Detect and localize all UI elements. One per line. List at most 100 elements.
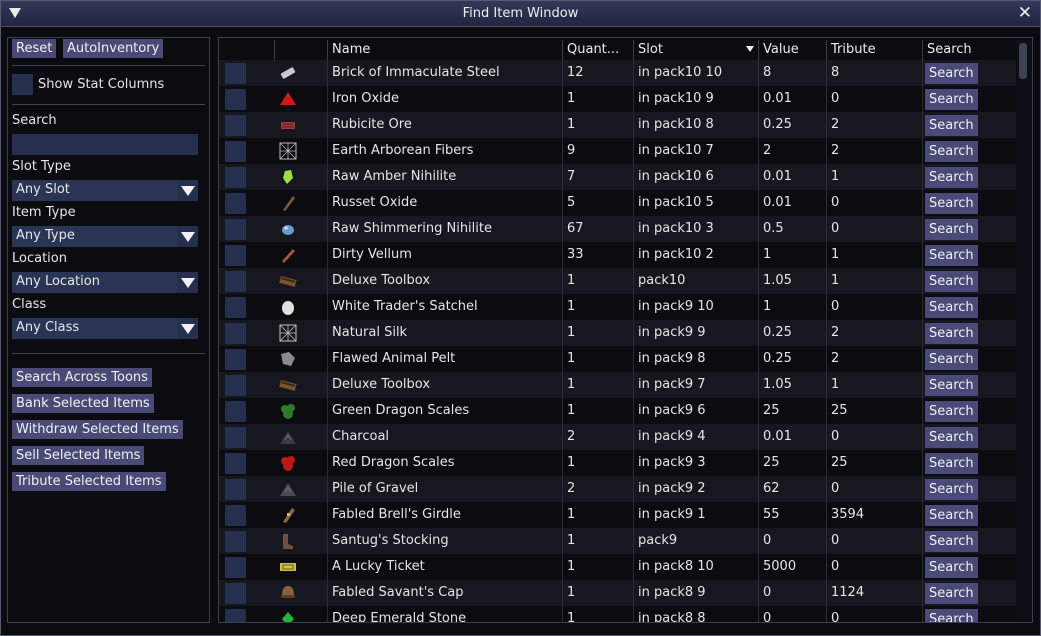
search-across-toons-button[interactable]: Search Across Toons xyxy=(12,368,152,387)
row-search-button[interactable]: Search xyxy=(925,375,978,396)
row-select-checkbox[interactable] xyxy=(225,479,246,500)
row-select-checkbox[interactable] xyxy=(225,453,246,474)
item-tribute: 1 xyxy=(826,164,922,190)
table-row[interactable]: Russet Oxide 5 in pack10 5 0.01 0 Search xyxy=(219,190,1016,216)
table-row[interactable]: Deep Emerald Stone 1 in pack8 8 0 0 Sear… xyxy=(219,606,1016,622)
header-select[interactable] xyxy=(219,40,274,60)
row-select-checkbox[interactable] xyxy=(225,401,246,422)
table-row[interactable]: Charcoal 2 in pack9 4 0.01 0 Search xyxy=(219,424,1016,450)
row-search-button[interactable]: Search xyxy=(925,63,978,84)
table-row[interactable]: Raw Shimmering Nihilite 67 in pack10 3 0… xyxy=(219,216,1016,242)
row-search-button[interactable]: Search xyxy=(925,453,978,474)
bank-selected-items-button[interactable]: Bank Selected Items xyxy=(12,394,154,413)
close-icon[interactable]: ✕ xyxy=(1018,3,1032,23)
row-search-button[interactable]: Search xyxy=(925,297,978,318)
row-search-button[interactable]: Search xyxy=(925,505,978,526)
row-select-checkbox[interactable] xyxy=(225,219,246,240)
show-stat-columns-checkbox[interactable] xyxy=(12,74,33,95)
row-select-checkbox[interactable] xyxy=(225,557,246,578)
item-slot: in pack9 8 xyxy=(633,346,758,372)
row-select-checkbox[interactable] xyxy=(225,167,246,188)
row-select-checkbox[interactable] xyxy=(225,323,246,344)
header-tribute[interactable]: Tribute xyxy=(826,40,922,60)
row-search-button[interactable]: Search xyxy=(925,167,978,188)
title-bar[interactable]: Find Item Window ✕ xyxy=(1,1,1040,27)
row-search-button[interactable]: Search xyxy=(925,141,978,162)
table-row[interactable]: Natural Silk 1 in pack9 9 0.25 2 Search xyxy=(219,320,1016,346)
row-search-button[interactable]: Search xyxy=(925,115,978,136)
row-search-button[interactable]: Search xyxy=(925,219,978,240)
row-search-button[interactable]: Search xyxy=(925,349,978,370)
row-search-button[interactable]: Search xyxy=(925,609,978,622)
row-search-button[interactable]: Search xyxy=(925,557,978,578)
row-search-button[interactable]: Search xyxy=(925,193,978,214)
chevron-down-icon[interactable] xyxy=(177,318,198,339)
item-icon-cell xyxy=(274,294,326,320)
row-select-checkbox[interactable] xyxy=(225,115,246,136)
table-row[interactable]: Deluxe Toolbox 1 pack10 1.05 1 Search xyxy=(219,268,1016,294)
sell-selected-items-button[interactable]: Sell Selected Items xyxy=(12,446,145,465)
row-search-button[interactable]: Search xyxy=(925,427,978,448)
location-select[interactable]: Any Location xyxy=(12,272,198,293)
table-row[interactable]: Earth Arborean Fibers 9 in pack10 7 2 2 … xyxy=(219,138,1016,164)
table-row[interactable]: Deluxe Toolbox 1 in pack9 7 1.05 1 Searc… xyxy=(219,372,1016,398)
row-select-checkbox[interactable] xyxy=(225,427,246,448)
chevron-down-icon[interactable] xyxy=(177,226,198,247)
row-search-button[interactable]: Search xyxy=(925,323,978,344)
row-select-checkbox[interactable] xyxy=(225,271,246,292)
row-select-checkbox[interactable] xyxy=(225,89,246,110)
table-row[interactable]: Rubicite Ore 1 in pack10 8 0.25 2 Search xyxy=(219,112,1016,138)
table-row[interactable]: Green Dragon Scales 1 in pack9 6 25 25 S… xyxy=(219,398,1016,424)
row-search-button[interactable]: Search xyxy=(925,401,978,422)
row-search-button[interactable]: Search xyxy=(925,479,978,500)
row-search-button[interactable]: Search xyxy=(925,271,978,292)
item-type-select[interactable]: Any Type xyxy=(12,226,198,247)
table-row[interactable]: Fabled Brell's Girdle 1 in pack9 1 55 35… xyxy=(219,502,1016,528)
table-row[interactable]: A Lucky Ticket 1 in pack8 10 5000 0 Sear… xyxy=(219,554,1016,580)
table-row[interactable]: Fabled Savant's Cap 1 in pack8 9 0 1124 … xyxy=(219,580,1016,606)
row-select-checkbox[interactable] xyxy=(225,375,246,396)
scrollbar-thumb[interactable] xyxy=(1019,43,1027,79)
chevron-down-icon[interactable] xyxy=(177,180,198,201)
header-slot[interactable]: Slot xyxy=(633,40,758,60)
table-row[interactable]: Santug's Stocking 1 pack9 0 0 Search xyxy=(219,528,1016,554)
table-row[interactable]: Red Dragon Scales 1 in pack9 3 25 25 Sea… xyxy=(219,450,1016,476)
row-select-checkbox[interactable] xyxy=(225,63,246,84)
row-search-button[interactable]: Search xyxy=(925,245,978,266)
row-select-checkbox[interactable] xyxy=(225,505,246,526)
search-input[interactable] xyxy=(12,134,198,155)
withdraw-selected-items-button[interactable]: Withdraw Selected Items xyxy=(12,420,183,439)
table-row[interactable]: Raw Amber Nihilite 7 in pack10 6 0.01 1 … xyxy=(219,164,1016,190)
row-select-checkbox[interactable] xyxy=(225,245,246,266)
table-row[interactable]: Brick of Immaculate Steel 12 in pack10 1… xyxy=(219,60,1016,86)
row-select-checkbox[interactable] xyxy=(225,531,246,552)
table-row[interactable]: Flawed Animal Pelt 1 in pack9 8 0.25 2 S… xyxy=(219,346,1016,372)
vertical-scrollbar[interactable] xyxy=(1016,40,1032,622)
header-icon[interactable] xyxy=(274,40,327,60)
row-select-checkbox[interactable] xyxy=(225,583,246,604)
table-row[interactable]: Iron Oxide 1 in pack10 9 0.01 0 Search xyxy=(219,86,1016,112)
find-item-window: Find Item Window ✕ Reset AutoInventory S… xyxy=(0,0,1041,636)
table-row[interactable]: White Trader's Satchel 1 in pack9 10 1 0… xyxy=(219,294,1016,320)
tribute-selected-items-button[interactable]: Tribute Selected Items xyxy=(12,472,166,491)
table-row[interactable]: Pile of Gravel 2 in pack9 2 62 0 Search xyxy=(219,476,1016,502)
row-select-checkbox[interactable] xyxy=(225,297,246,318)
header-name[interactable]: Name xyxy=(327,40,562,60)
row-select-checkbox[interactable] xyxy=(225,141,246,162)
table-row[interactable]: Dirty Vellum 33 in pack10 2 1 1 Search xyxy=(219,242,1016,268)
header-value[interactable]: Value xyxy=(758,40,826,60)
autoinventory-button[interactable]: AutoInventory xyxy=(63,39,164,58)
item-name: Earth Arborean Fibers xyxy=(327,138,562,164)
row-select-checkbox[interactable] xyxy=(225,349,246,370)
header-quantity[interactable]: Quant... xyxy=(562,40,633,60)
row-select-checkbox[interactable] xyxy=(225,609,246,622)
row-search-button[interactable]: Search xyxy=(925,531,978,552)
class-select[interactable]: Any Class xyxy=(12,318,198,339)
slot-type-select[interactable]: Any Slot xyxy=(12,180,198,201)
row-search-button[interactable]: Search xyxy=(925,89,978,110)
chevron-down-icon[interactable] xyxy=(177,272,198,293)
row-select-checkbox[interactable] xyxy=(225,193,246,214)
header-search[interactable]: Search xyxy=(922,40,1016,60)
row-search-button[interactable]: Search xyxy=(925,583,978,604)
reset-button[interactable]: Reset xyxy=(12,39,57,58)
